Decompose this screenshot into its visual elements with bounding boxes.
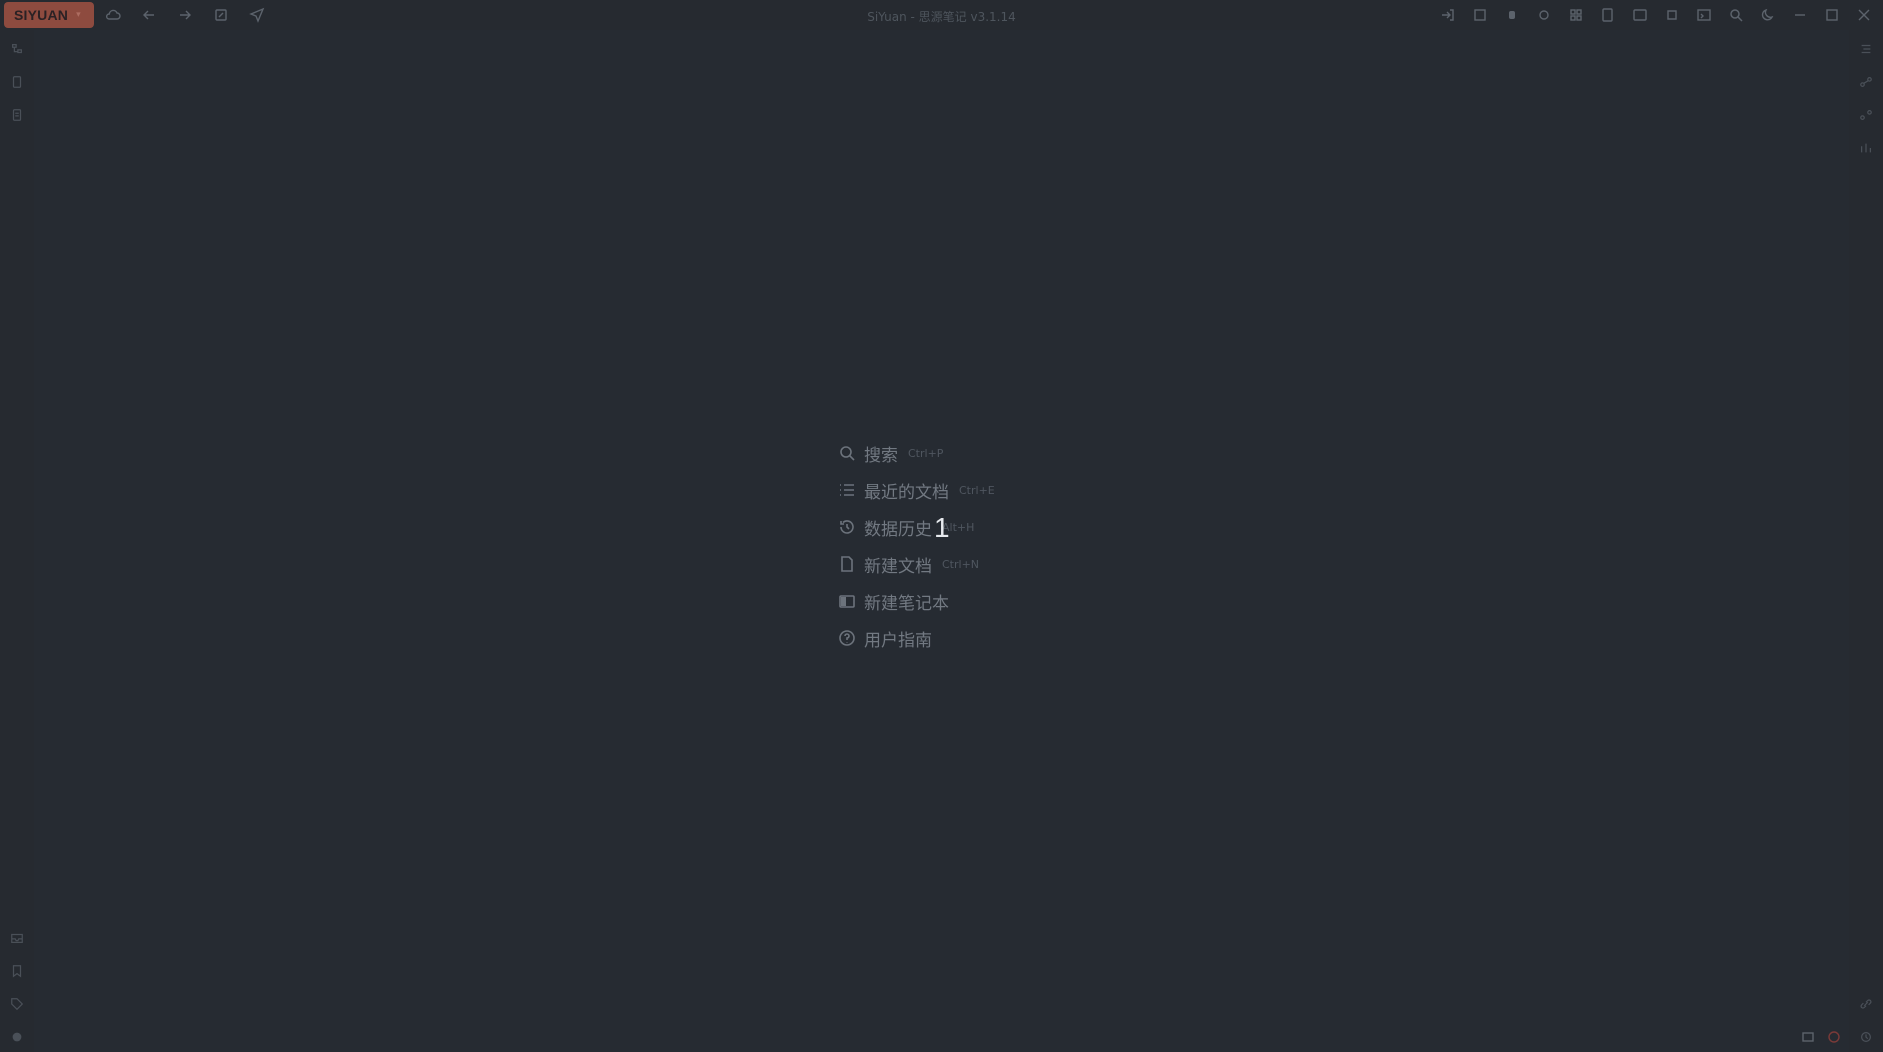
- help-icon: [839, 630, 855, 646]
- menu-label: 新建文档: [864, 556, 932, 577]
- bookmark-icon[interactable]: [6, 960, 28, 982]
- menu-label: 数据历史: [864, 519, 932, 540]
- document-icon[interactable]: [6, 104, 28, 126]
- graph-icon[interactable]: [1855, 71, 1877, 93]
- inbox-icon[interactable]: [6, 927, 28, 949]
- menu-hotkey: Ctrl+P: [908, 446, 944, 460]
- login-icon[interactable]: [1435, 2, 1461, 28]
- status-bar: [1799, 1028, 1843, 1046]
- outline-icon[interactable]: [1855, 38, 1877, 60]
- history-icon: [840, 520, 854, 534]
- close-icon[interactable]: [1851, 2, 1877, 28]
- backlinks-icon[interactable]: [1855, 137, 1877, 159]
- hand-icon[interactable]: [1499, 2, 1525, 28]
- grid-icon[interactable]: [1563, 2, 1589, 28]
- title-bar: SIYUAN ▾ SiYuan - 思源笔记 v3.1.14: [0, 0, 1883, 30]
- maximize-icon[interactable]: [1819, 2, 1845, 28]
- menu-item-new-notebook[interactable]: 新建笔记本: [838, 589, 995, 614]
- menu-hotkey: Ctrl+N: [942, 557, 980, 571]
- terminal-icon[interactable]: [1691, 2, 1717, 28]
- step-number-overlay: 1: [934, 512, 950, 543]
- link-icon[interactable]: [1855, 993, 1877, 1015]
- file-tree-icon[interactable]: [6, 38, 28, 60]
- menu-label: 用户指南: [864, 630, 932, 651]
- info-icon[interactable]: [6, 1026, 28, 1048]
- search-icon[interactable]: [1723, 2, 1749, 28]
- sync-status-icon[interactable]: [1799, 1028, 1817, 1046]
- list-icon: [840, 484, 854, 496]
- menu-label: 最近的文档: [864, 482, 949, 503]
- menu-item-recent-docs[interactable]: 最近的文档 Ctrl+E: [838, 478, 995, 503]
- clock-icon[interactable]: [1855, 1026, 1877, 1048]
- image-icon[interactable]: [1627, 2, 1653, 28]
- tag-icon[interactable]: [6, 993, 28, 1015]
- empty-state-menu: 搜索 Ctrl+P 最近的文档 Ctrl+E 数据历史 Alt+H 新建文档 C…: [838, 441, 995, 651]
- menu-item-search[interactable]: 搜索 Ctrl+P: [838, 441, 995, 466]
- menu-item-data-history[interactable]: 数据历史 Alt+H: [838, 515, 995, 540]
- plugin-icon[interactable]: [1531, 2, 1557, 28]
- menu-item-new-doc[interactable]: 新建文档 Ctrl+N: [838, 552, 995, 577]
- right-dock: [1849, 30, 1883, 1052]
- search-icon: [840, 446, 855, 461]
- menu-hotkey: Ctrl+E: [959, 483, 995, 497]
- search-doc-icon[interactable]: [1595, 2, 1621, 28]
- minimize-icon[interactable]: [1787, 2, 1813, 28]
- global-graph-icon[interactable]: [1855, 104, 1877, 126]
- file-icon: [841, 556, 853, 572]
- menu-item-user-guide[interactable]: 用户指南: [838, 626, 995, 651]
- puzzle-icon[interactable]: [1659, 2, 1685, 28]
- menu-label: 搜索: [864, 445, 898, 466]
- notebook-icon: [839, 595, 855, 608]
- moon-icon[interactable]: [1755, 2, 1781, 28]
- read-only-icon[interactable]: [1467, 2, 1493, 28]
- left-dock: [0, 30, 34, 1052]
- menu-label: 新建笔记本: [864, 593, 949, 614]
- help-icon[interactable]: [1825, 1028, 1843, 1046]
- bookmark-doc-icon[interactable]: [6, 71, 28, 93]
